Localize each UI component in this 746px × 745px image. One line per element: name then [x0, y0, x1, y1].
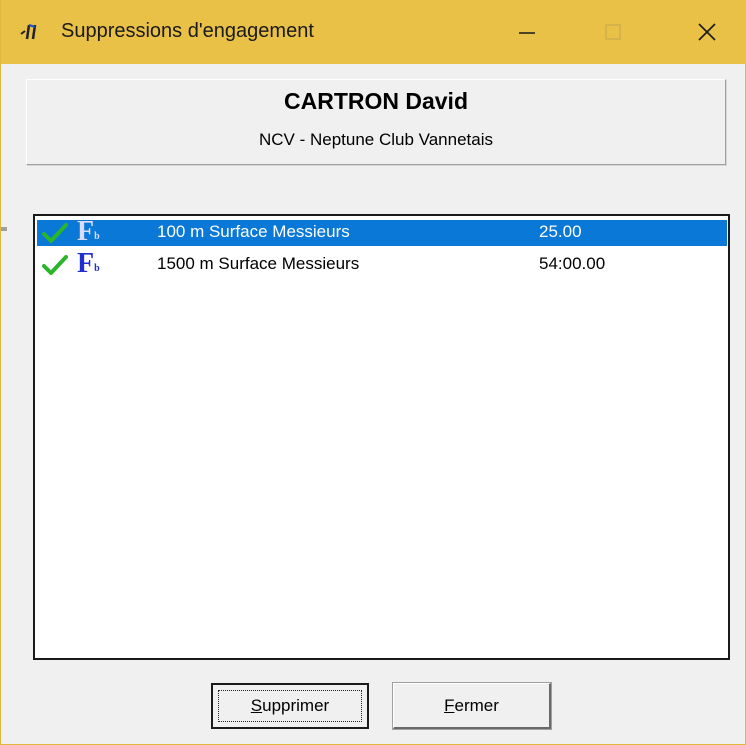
checkmark-icon [42, 255, 68, 275]
flag-swimmer-icon [20, 24, 37, 40]
entry-time: 54:00.00 [539, 254, 606, 273]
dialog-window: Suppressions d'engagement CARTRON David … [0, 0, 746, 745]
title-bar[interactable]: Suppressions d'engagement [1, 0, 746, 64]
checkmark-icon [42, 223, 68, 243]
minimize-icon [519, 32, 535, 34]
entry-event: 1500 m Surface Messieurs [157, 254, 360, 273]
entries-listbox[interactable]: Fb 100 m Surface Messieurs 25.00 Fb 1500… [33, 214, 730, 660]
maximize-icon [605, 24, 621, 40]
maximize-button [573, 0, 653, 64]
minimize-button[interactable] [487, 0, 567, 64]
entry-time: 25.00 [539, 222, 582, 241]
delete-button[interactable]: Supprimer [211, 683, 369, 729]
list-item[interactable]: Fb 100 m Surface Messieurs 25.00 [37, 217, 727, 247]
swimmer-header-panel: CARTRON David NCV - Neptune Club Vanneta… [26, 79, 726, 165]
fb-icon: Fb [77, 248, 100, 279]
list-item[interactable]: Fb 1500 m Surface Messieurs 54:00.00 [37, 249, 727, 279]
splitter-notch [1, 227, 7, 231]
entry-event: 100 m Surface Messieurs [157, 222, 350, 241]
window-title: Suppressions d'engagement [61, 20, 314, 42]
swimmer-name: CARTRON David [283, 88, 468, 114]
club-name: NCV - Neptune Club Vannetais [258, 130, 494, 149]
close-button[interactable] [667, 0, 746, 64]
close-dialog-button[interactable]: Fermer [393, 683, 551, 729]
close-icon [698, 23, 716, 41]
close-button-label: Fermer [444, 695, 499, 715]
delete-button-label: Supprimer [250, 696, 330, 715]
